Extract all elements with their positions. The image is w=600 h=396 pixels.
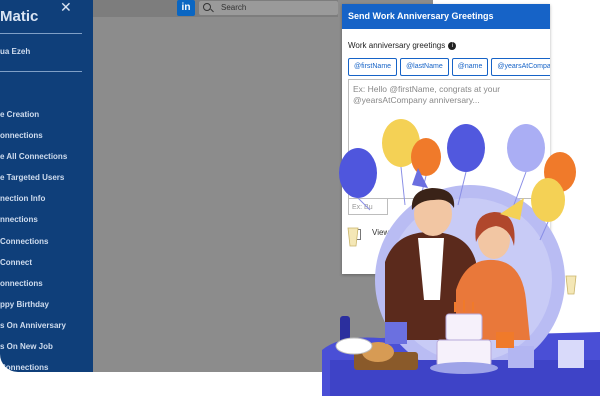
brand-name: Matic	[0, 8, 39, 25]
sidebar: Matic ✕ ua Ezeh e Creation onnections e …	[0, 0, 93, 372]
sidebar-item[interactable]: e All Connections	[0, 151, 67, 172]
gift-box-right	[508, 346, 534, 368]
search-placeholder: Search	[221, 3, 247, 12]
sidebar-item[interactable]: Connections	[0, 236, 67, 257]
anniversary-modal: Send Work Anniversary Greetings Work ann…	[342, 4, 550, 274]
sidebar-item[interactable]: e Creation	[0, 109, 67, 130]
search-input[interactable]: Search	[199, 1, 338, 15]
sidebar-item[interactable]: Connect	[0, 257, 67, 278]
sidebar-menu: e Creation onnections e All Connections …	[0, 109, 67, 372]
sidebar-item[interactable]: onnections	[0, 278, 67, 299]
sidebar-item[interactable]: nnections	[0, 214, 67, 235]
greeting-textarea[interactable]: Ex: Hello @firstName, congrats at your @…	[348, 79, 550, 199]
cake-bottom-tier	[436, 339, 492, 367]
greetings-label-text: Work anniversary greetings	[348, 41, 446, 50]
sidebar-item[interactable]: onnections	[0, 130, 67, 151]
greetings-label: Work anniversary greetings i	[348, 41, 457, 50]
sidebar-item[interactable]: nection Info	[0, 193, 67, 214]
chip-years-at-company[interactable]: @yearsAtCompany	[491, 58, 550, 76]
variable-chips: @firstName@lastName@name@yearsAtCompany	[348, 55, 550, 76]
sidebar-item[interactable]: e Targeted Users	[0, 172, 67, 193]
cake-top-tier	[445, 313, 483, 341]
user-name: ua Ezeh	[0, 47, 31, 56]
champagne-glass-right	[565, 275, 577, 295]
modal-title: Send Work Anniversary Greetings	[342, 4, 550, 29]
close-icon[interactable]: ✕	[60, 0, 72, 16]
linkedin-logo[interactable]: in	[177, 0, 195, 16]
sidebar-item[interactable]: Connections	[0, 362, 67, 372]
sidebar-divider	[0, 33, 82, 34]
gift-box-orange	[496, 332, 514, 348]
search-icon	[203, 3, 211, 11]
example-input[interactable]: Ex: Bu	[348, 198, 388, 215]
info-icon[interactable]: i	[448, 41, 457, 50]
view-checkbox-label: View	[372, 228, 390, 237]
app-frame: Matic ✕ ua Ezeh e Creation onnections e …	[0, 0, 600, 396]
sidebar-divider	[0, 71, 82, 72]
chip-first-name[interactable]: @firstName	[348, 58, 398, 76]
sidebar-item[interactable]: s On New Job	[0, 341, 67, 362]
sidebar-item[interactable]: ppy Birthday	[0, 299, 67, 320]
sidebar-item[interactable]: s On Anniversary	[0, 320, 67, 341]
chip-name[interactable]: @name	[451, 58, 489, 76]
view-checkbox[interactable]	[350, 229, 361, 240]
chip-last-name[interactable]: @lastName	[400, 58, 449, 76]
gift-box-small	[558, 340, 584, 368]
